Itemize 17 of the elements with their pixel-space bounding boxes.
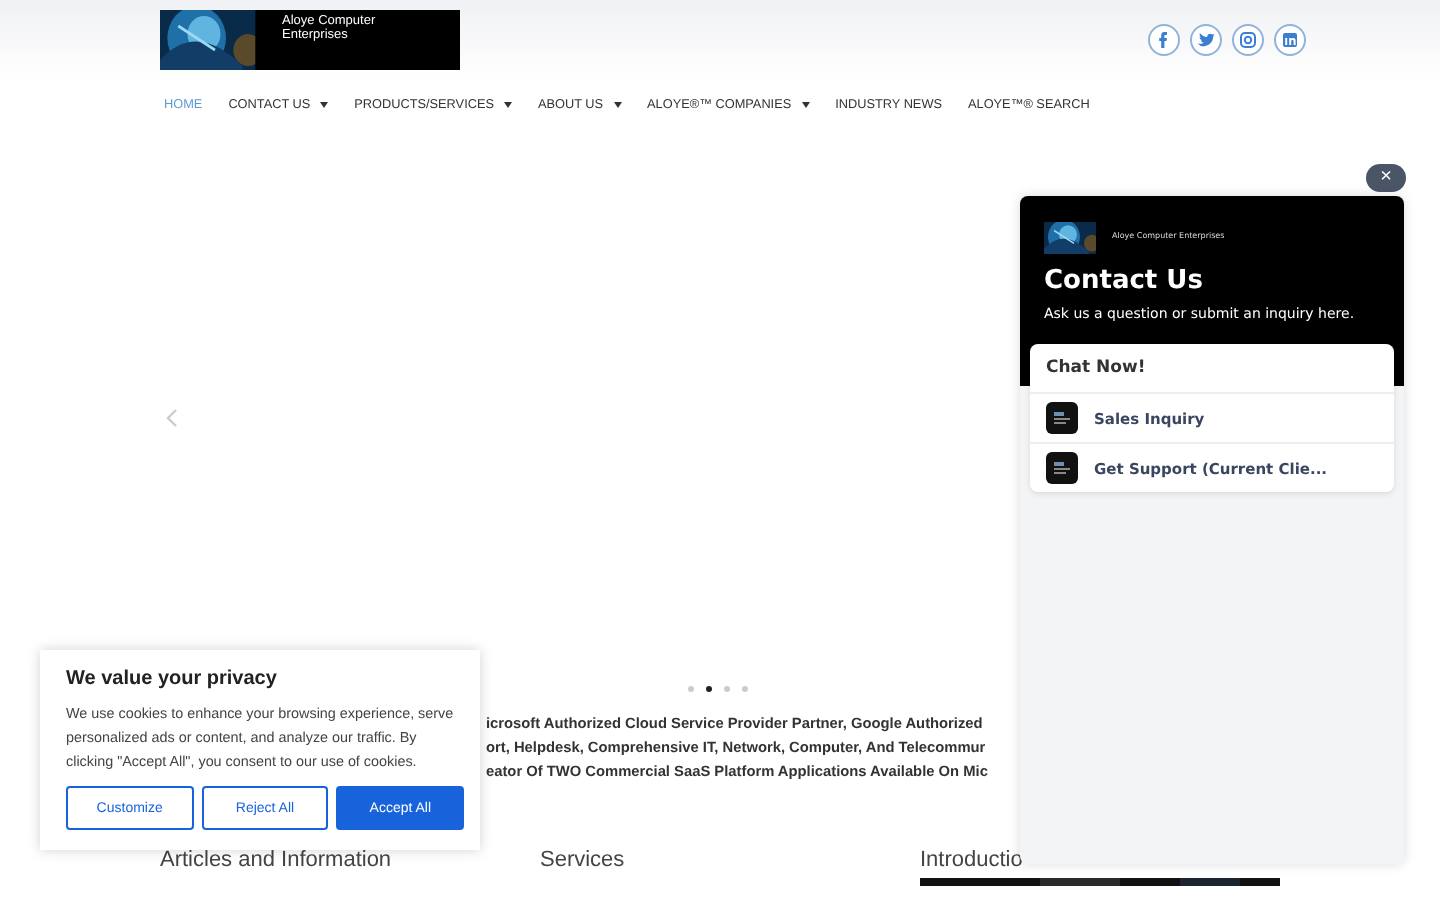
banner-title: We value your privacy [66, 668, 279, 690]
linkedin-icon[interactable] [1274, 24, 1306, 56]
logo-icon [1046, 452, 1078, 484]
section-heading: Introductio [920, 848, 1025, 872]
slider-dot[interactable] [688, 686, 694, 692]
twitter-icon[interactable] [1190, 24, 1222, 56]
facebook-icon[interactable] [1148, 24, 1180, 56]
slider-dot[interactable] [706, 686, 712, 692]
slider-dot[interactable] [724, 686, 730, 692]
close-button[interactable]: × [1366, 164, 1406, 192]
logo-icon [1046, 402, 1078, 434]
card-title: Chat Now! [1030, 344, 1394, 394]
chat-title: Contact Us [1044, 266, 1205, 296]
section-heading: Articles and Information [160, 848, 394, 872]
instagram-icon[interactable] [1232, 24, 1264, 56]
slider-dot[interactable] [742, 686, 748, 692]
section-heading: Services [540, 848, 627, 872]
